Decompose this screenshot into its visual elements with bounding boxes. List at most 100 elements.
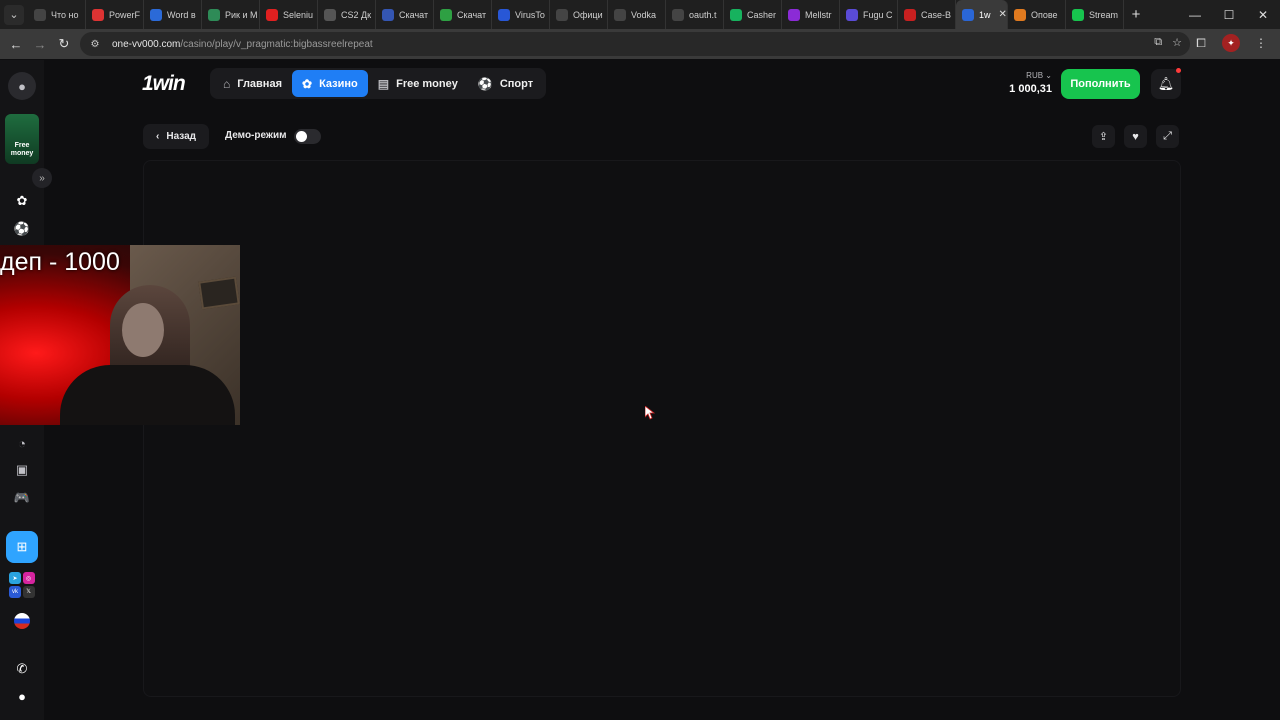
back-arrow-icon[interactable]: ← <box>4 32 28 56</box>
browser-tab[interactable]: Mellstr <box>782 0 840 29</box>
tab-favicon-icon <box>382 8 394 21</box>
address-bar[interactable]: ⚙ one-vv000.com/casino/play/v_pragmatic:… <box>80 32 1190 56</box>
tab-close-icon[interactable]: ✕ <box>999 9 1007 20</box>
chat-icon[interactable]: ● <box>8 682 36 710</box>
casino-chip-icon: ✿ <box>302 76 313 91</box>
expand-sidebar-icon[interactable]: » <box>32 168 52 188</box>
slots-icon[interactable]: ▣ <box>8 456 36 484</box>
url-text[interactable]: one-vv000.com/casino/play/v_pragmatic:bi… <box>112 39 373 50</box>
nav-item-2[interactable]: ▤ Free money <box>368 70 468 97</box>
back-label: Назад <box>166 131 196 142</box>
phone-icon[interactable]: ✆ <box>8 655 36 683</box>
balance-widget[interactable]: RUB ⌄ 1 000,31 <box>1009 71 1052 95</box>
nav-item-3[interactable]: ⚽ Спорт <box>468 70 543 97</box>
game-frame[interactable] <box>143 160 1181 697</box>
tab-favicon-icon <box>34 8 46 21</box>
browser-tab[interactable]: Case-B <box>898 0 956 29</box>
back-button[interactable]: ‹ Назад <box>143 124 209 149</box>
browser-tab[interactable]: Скачат <box>376 0 434 29</box>
tab-label: VirusTo <box>515 9 545 20</box>
live-games-icon[interactable]: ◔ <box>8 429 36 457</box>
sports-ball-icon[interactable]: ⚽ <box>8 215 36 243</box>
favorite-button[interactable]: ♥ <box>1124 125 1147 148</box>
tab-favicon-icon <box>208 8 220 21</box>
tab-favicon-icon <box>266 8 278 21</box>
reload-icon[interactable]: ↻ <box>52 32 76 56</box>
currency-selector[interactable]: RUB ⌄ <box>1009 71 1052 80</box>
minimize-button[interactable]: — <box>1178 0 1212 29</box>
tab-favicon-icon <box>614 8 626 21</box>
tab-favicon-icon <box>730 8 742 21</box>
nav-item-1[interactable]: ✿ Казино <box>292 70 368 97</box>
tab-favicon-icon <box>1072 8 1084 21</box>
forward-arrow-icon[interactable]: → <box>28 32 52 56</box>
webcam-picture-frame <box>198 276 240 310</box>
deposit-button[interactable]: Пополнить <box>1061 69 1140 99</box>
free-money-promo[interactable]: Free money <box>5 114 39 164</box>
tab-search-icon[interactable]: ⌄ <box>4 4 24 25</box>
instagram-icon[interactable]: ◎ <box>22 572 35 585</box>
social-links: ➤ ◎ vk 𝕏 <box>9 572 35 598</box>
maximize-button[interactable]: ☐ <box>1212 0 1246 29</box>
extensions-puzzle-icon[interactable]: ⧠ <box>1190 32 1212 54</box>
telegram-icon[interactable]: ➤ <box>9 572 21 585</box>
chevron-down-icon: ⌄ <box>1045 71 1052 80</box>
tab-favicon-icon <box>498 8 510 21</box>
demo-mode-toggle[interactable] <box>294 129 321 144</box>
webcam-caption: деп - 1000 <box>0 248 120 276</box>
browser-tab[interactable]: Word в <box>144 0 202 29</box>
browser-tab[interactable]: PowerF <box>86 0 144 29</box>
notifications-button[interactable]: 🔔︎ <box>1151 68 1181 99</box>
browser-tab[interactable]: Seleniu <box>260 0 318 29</box>
vk-icon[interactable]: vk <box>9 585 21 598</box>
browser-tab[interactable]: Офици <box>550 0 608 29</box>
browser-tab[interactable]: oauth.t <box>666 0 724 29</box>
casino-chip-icon[interactable]: ✿ <box>8 187 36 215</box>
browser-tab[interactable]: Что но <box>28 0 86 29</box>
browser-tab[interactable]: Рик и М <box>202 0 260 29</box>
x-icon[interactable]: 𝕏 <box>22 585 35 598</box>
fullscreen-button[interactable]: ⤢ <box>1156 125 1179 148</box>
close-window-button[interactable]: ✕ <box>1246 0 1280 29</box>
tab-favicon-icon <box>556 8 568 21</box>
profile-avatar-icon[interactable]: ✦ <box>1222 34 1240 52</box>
browser-tab[interactable]: Скачат <box>434 0 492 29</box>
browser-tab[interactable]: Fugu C <box>840 0 898 29</box>
tab-favicon-icon <box>150 8 162 21</box>
browser-menu-icon[interactable]: ⋮ <box>1250 32 1272 54</box>
tab-label: Seleniu <box>283 9 314 20</box>
demo-mode-label: Демо-режим <box>225 130 287 141</box>
tab-strip: Что но PowerF Word в Рик и М Seleniu CS2 Дк Ск… <box>28 0 1124 29</box>
language-flag-icon[interactable] <box>14 613 30 629</box>
tab-favicon-icon <box>1014 8 1026 21</box>
currency-label: RUB <box>1026 71 1044 80</box>
gamepad-icon[interactable]: 🎮 <box>8 484 36 512</box>
site-info-icon[interactable]: ⚙ <box>88 37 102 51</box>
tab-label: Что но <box>51 9 79 20</box>
site-logo[interactable]: 1win <box>142 72 186 96</box>
share-button[interactable]: ⇪ <box>1092 125 1115 148</box>
new-tab-button[interactable]: + <box>1124 6 1148 23</box>
chevron-left-icon: ‹ <box>156 131 160 142</box>
nav-item-0[interactable]: ⌂ Главная <box>213 70 292 97</box>
omnibox-actions: ⧉ ☆ <box>1154 36 1182 49</box>
nav-item-label: Казино <box>319 77 358 90</box>
windows-app-icon[interactable]: ⊞ <box>6 531 38 563</box>
tab-favicon-icon <box>904 8 916 21</box>
url-host: one-vv000.com <box>112 38 181 50</box>
tab-favicon-icon <box>440 8 452 21</box>
install-app-icon[interactable]: ⧉ <box>1154 36 1162 49</box>
browser-tab[interactable]: Stream <box>1066 0 1124 29</box>
browser-tab[interactable]: 1w ✕ <box>956 0 1008 29</box>
browser-tab[interactable]: Опове <box>1008 0 1066 29</box>
share-icon: ⇪ <box>1098 131 1109 143</box>
webcam-person-body <box>60 365 235 425</box>
bookmark-star-icon[interactable]: ☆ <box>1172 36 1182 49</box>
browser-tab[interactable]: Vodka <box>608 0 666 29</box>
browser-tab[interactable]: VirusTo <box>492 0 550 29</box>
browser-tab[interactable]: CS2 Дк <box>318 0 376 29</box>
user-avatar-icon[interactable]: ● <box>8 72 36 100</box>
browser-tab[interactable]: Casher <box>724 0 782 29</box>
tab-label: Mellstr <box>805 9 832 20</box>
expand-icon: ⤢ <box>1163 130 1172 142</box>
